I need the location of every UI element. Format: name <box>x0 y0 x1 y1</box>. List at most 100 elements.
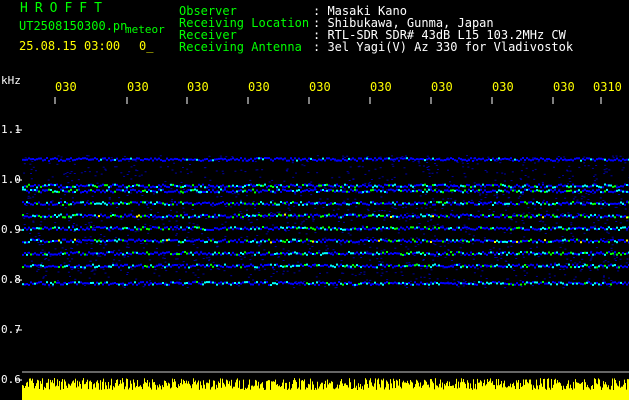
noise-pixel <box>222 173 225 175</box>
noise-pixel <box>239 211 242 213</box>
band-pixel <box>462 213 464 216</box>
noise-pixel <box>366 208 369 210</box>
noise-pixel <box>478 201 481 202</box>
noise-pixel <box>139 243 142 244</box>
band-pixel <box>550 159 552 162</box>
noise-level-bar <box>37 379 38 400</box>
band-pixel <box>346 214 348 216</box>
band-pixel <box>376 251 378 254</box>
noise-level-bar <box>525 379 526 400</box>
band-pixel <box>354 241 356 244</box>
band-pixel <box>370 264 372 267</box>
band-pixel <box>72 226 74 229</box>
noise-level-bar <box>255 379 256 400</box>
band-pixel <box>562 251 564 254</box>
noise-pixel <box>240 258 243 260</box>
band-pixel <box>252 240 254 243</box>
noise-level-bar <box>439 383 440 400</box>
band-pixel <box>626 201 628 204</box>
noise-pixel <box>123 155 126 157</box>
band-pixel <box>104 184 106 187</box>
band-pixel <box>498 189 500 192</box>
band-pixel <box>240 227 242 230</box>
band-pixel <box>570 281 572 284</box>
band-pixel <box>554 186 556 189</box>
band-pixel <box>434 183 436 186</box>
noise-pixel <box>292 176 295 178</box>
band-pixel <box>316 159 318 162</box>
band-pixel <box>42 283 44 286</box>
noise-pixel <box>496 196 499 198</box>
noise-pixel <box>287 250 290 252</box>
band-pixel <box>144 186 146 189</box>
band-pixel <box>186 201 188 204</box>
band-pixel <box>384 227 386 230</box>
band-pixel <box>176 239 178 242</box>
noise-pixel <box>71 258 74 260</box>
noise-pixel <box>462 166 465 168</box>
band-pixel <box>428 283 430 286</box>
noise-level-bar <box>144 378 145 400</box>
band-pixel <box>458 189 460 192</box>
band-pixel <box>292 226 294 229</box>
band-pixel <box>504 216 506 219</box>
noise-level-bar <box>62 379 63 400</box>
band-pixel <box>260 263 262 266</box>
noise-pixel <box>397 232 400 234</box>
noise-pixel <box>501 172 504 174</box>
noise-pixel <box>404 285 407 287</box>
band-pixel <box>592 253 594 256</box>
noise-level-bar <box>309 384 310 400</box>
band-pixel <box>518 189 520 192</box>
band-pixel <box>500 282 502 285</box>
band-pixel <box>44 253 46 256</box>
band-pixel <box>370 157 372 160</box>
band-pixel <box>222 227 224 229</box>
band-pixel <box>288 226 290 228</box>
band-pixel <box>142 238 144 241</box>
noise-pixel <box>212 261 215 263</box>
band-pixel <box>382 226 384 229</box>
band-pixel <box>524 188 526 191</box>
band-pixel <box>300 263 302 266</box>
band-pixel <box>584 203 586 206</box>
noise-level-bar <box>522 386 523 400</box>
band-pixel <box>282 265 284 268</box>
band-pixel <box>504 157 506 160</box>
band-pixel <box>264 157 266 159</box>
band-pixel <box>306 213 308 216</box>
noise-pixel <box>552 213 555 215</box>
noise-level-bar <box>368 387 369 400</box>
noise-level-bar <box>27 381 28 400</box>
noise-level-bar <box>290 389 291 400</box>
band-pixel <box>106 239 108 242</box>
band-pixel <box>154 226 156 229</box>
band-pixel <box>616 241 618 244</box>
noise-level-bar <box>402 382 403 400</box>
band-pixel <box>570 202 572 205</box>
band-pixel <box>620 253 622 256</box>
band-pixel <box>136 191 138 194</box>
band-pixel <box>74 251 76 254</box>
band-pixel <box>376 158 378 161</box>
noise-pixel <box>352 257 355 259</box>
band-pixel <box>530 201 532 204</box>
band-pixel <box>476 203 478 206</box>
band-pixel <box>140 228 142 231</box>
band-pixel <box>254 185 256 188</box>
band-pixel <box>220 201 222 204</box>
noise-pixel <box>352 268 355 270</box>
band-pixel <box>382 202 384 205</box>
band-pixel <box>154 239 156 242</box>
band-pixel <box>98 185 100 188</box>
noise-pixel <box>574 196 577 198</box>
noise-level-bar <box>335 388 336 400</box>
noise-pixel <box>603 169 606 171</box>
band-pixel <box>290 202 292 204</box>
band-pixel <box>252 159 254 162</box>
band-pixel <box>438 158 440 161</box>
noise-pixel <box>285 212 288 214</box>
band-pixel <box>524 228 526 231</box>
band-pixel <box>88 184 90 187</box>
noise-level-bar <box>348 387 349 400</box>
